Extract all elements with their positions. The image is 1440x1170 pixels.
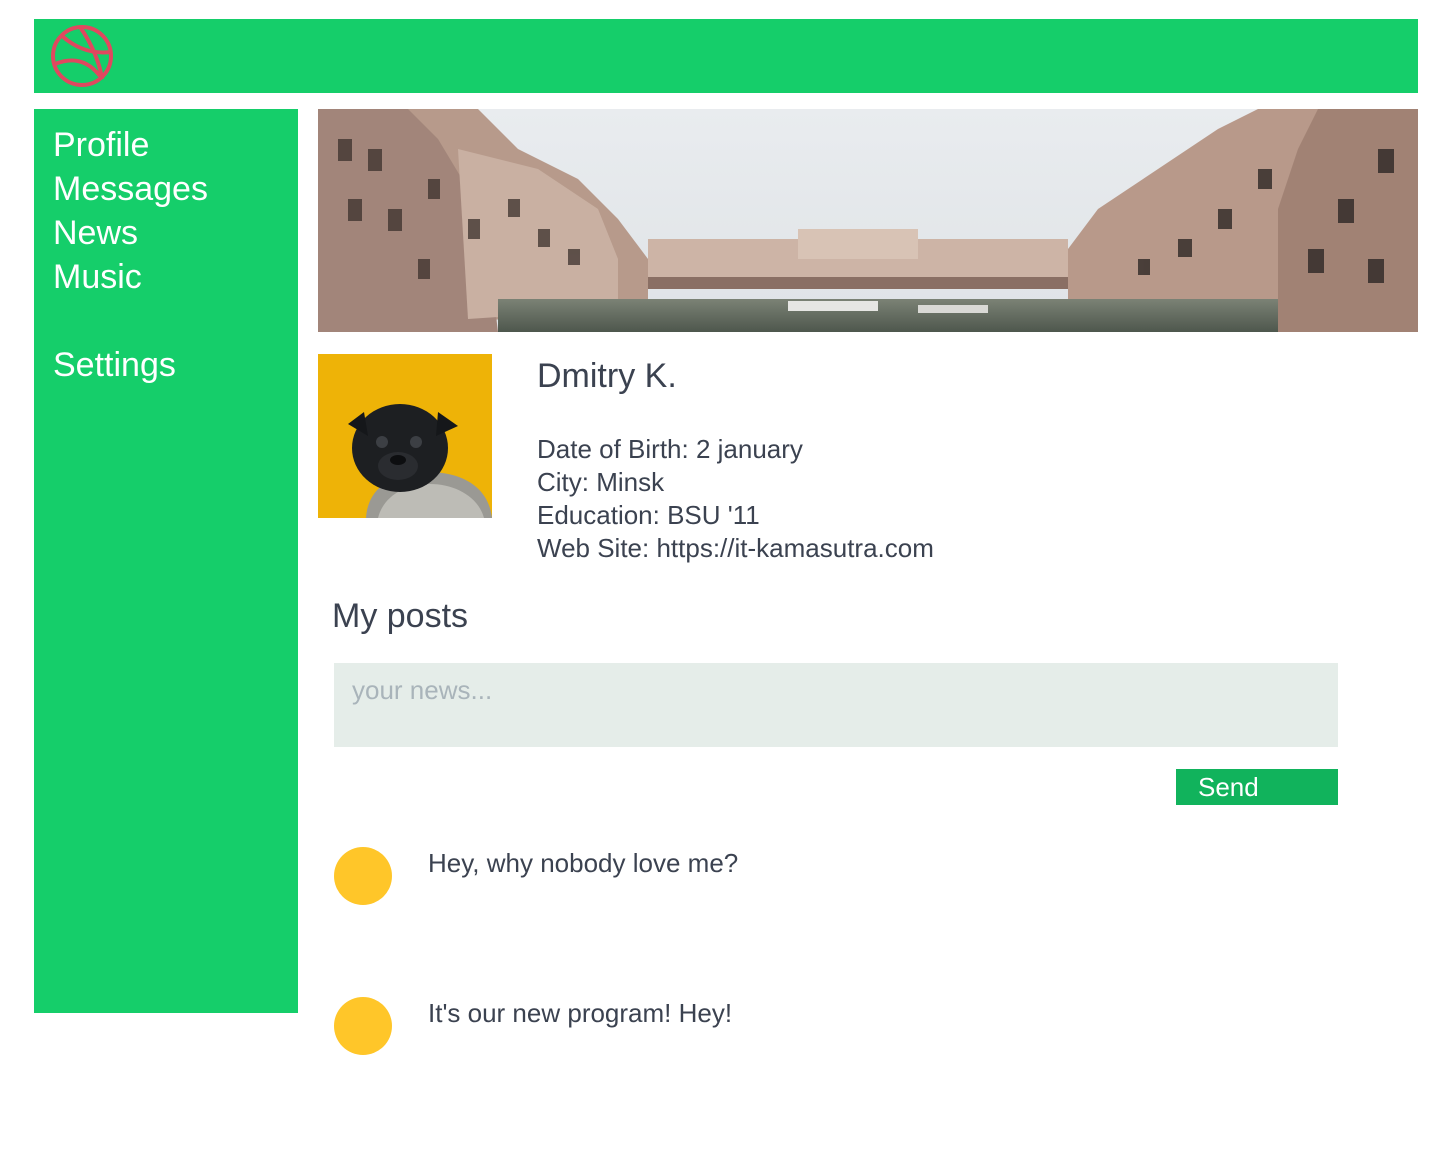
post-item: Hey, why nobody love me? (334, 847, 1338, 907)
app-header (34, 19, 1418, 93)
nav-item-news[interactable]: News (53, 211, 298, 255)
nav-item-messages[interactable]: Messages (53, 167, 298, 211)
post-text: Hey, why nobody love me? (428, 848, 739, 878)
sidebar-nav: Profile Messages News Music Settings (34, 109, 298, 1013)
profile-banner-image (318, 109, 1418, 332)
new-post-input[interactable] (334, 663, 1338, 747)
profile-details: Date of Birth: 2 january City: Minsk Edu… (537, 433, 934, 565)
post-text: It's our new program! Hey! (428, 998, 733, 1028)
profile-avatar (318, 354, 492, 518)
nav-item-profile[interactable]: Profile (53, 123, 298, 167)
nav-item-settings[interactable]: Settings (53, 343, 298, 387)
profile-city: City: Minsk (537, 467, 665, 497)
profile-name: Dmitry K. (537, 357, 677, 395)
profile-education: Education: BSU '11 (537, 500, 760, 530)
post-item: It's our new program! Hey! (334, 997, 1338, 1057)
send-button[interactable]: Send (1176, 769, 1338, 805)
my-posts-title: My posts (332, 597, 469, 635)
post-avatar (334, 997, 392, 1055)
nav-item-music[interactable]: Music (53, 255, 298, 299)
profile-web-site: Web Site: https://it-kamasutra.com (537, 533, 934, 563)
profile-date-of-birth: Date of Birth: 2 january (537, 434, 803, 464)
dribbble-ball-icon[interactable] (50, 24, 114, 88)
post-avatar (334, 847, 392, 905)
